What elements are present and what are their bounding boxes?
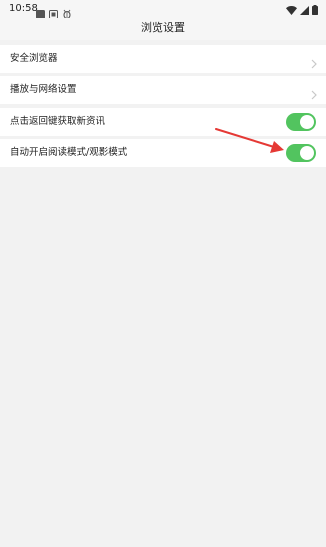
- chevron-right-icon: [309, 54, 319, 69]
- settings-item-safe-browser[interactable]: 安全浏览器: [0, 45, 326, 73]
- wifi-icon: [286, 0, 297, 19]
- settings-item-label: 播放与网络设置: [10, 84, 77, 95]
- bug-icon: [62, 4, 72, 20]
- title-bar: 浏览设置: [0, 18, 326, 40]
- settings-item-label: 点击返回键获取新资讯: [10, 116, 106, 127]
- signal-icon: [300, 0, 309, 19]
- square-icon: [36, 4, 45, 19]
- photo-icon: [49, 4, 58, 19]
- toggle-knob: [300, 115, 314, 129]
- status-right-icons: [286, 3, 318, 15]
- page-title: 浏览设置: [141, 21, 185, 34]
- settings-item-label: 安全浏览器: [10, 53, 58, 64]
- status-time: 10:58: [9, 3, 38, 14]
- back-refresh-toggle[interactable]: [286, 113, 316, 131]
- settings-item-auto-reading-mode: 自动开启阅读模式/观影模式: [0, 139, 326, 167]
- settings-screen: 10:58 浏览设置 安全浏览器 播放与网络设置 点击返回键获取新资讯 自动开启…: [0, 0, 326, 547]
- settings-item-playback-network[interactable]: 播放与网络设置: [0, 76, 326, 104]
- settings-item-label: 自动开启阅读模式/观影模式: [10, 147, 128, 158]
- battery-icon: [312, 0, 318, 19]
- auto-reading-mode-toggle[interactable]: [286, 144, 316, 162]
- settings-item-back-refresh: 点击返回键获取新资讯: [0, 108, 326, 136]
- chevron-right-icon: [309, 85, 319, 100]
- toggle-knob: [300, 146, 314, 160]
- status-bar: 10:58: [0, 0, 326, 20]
